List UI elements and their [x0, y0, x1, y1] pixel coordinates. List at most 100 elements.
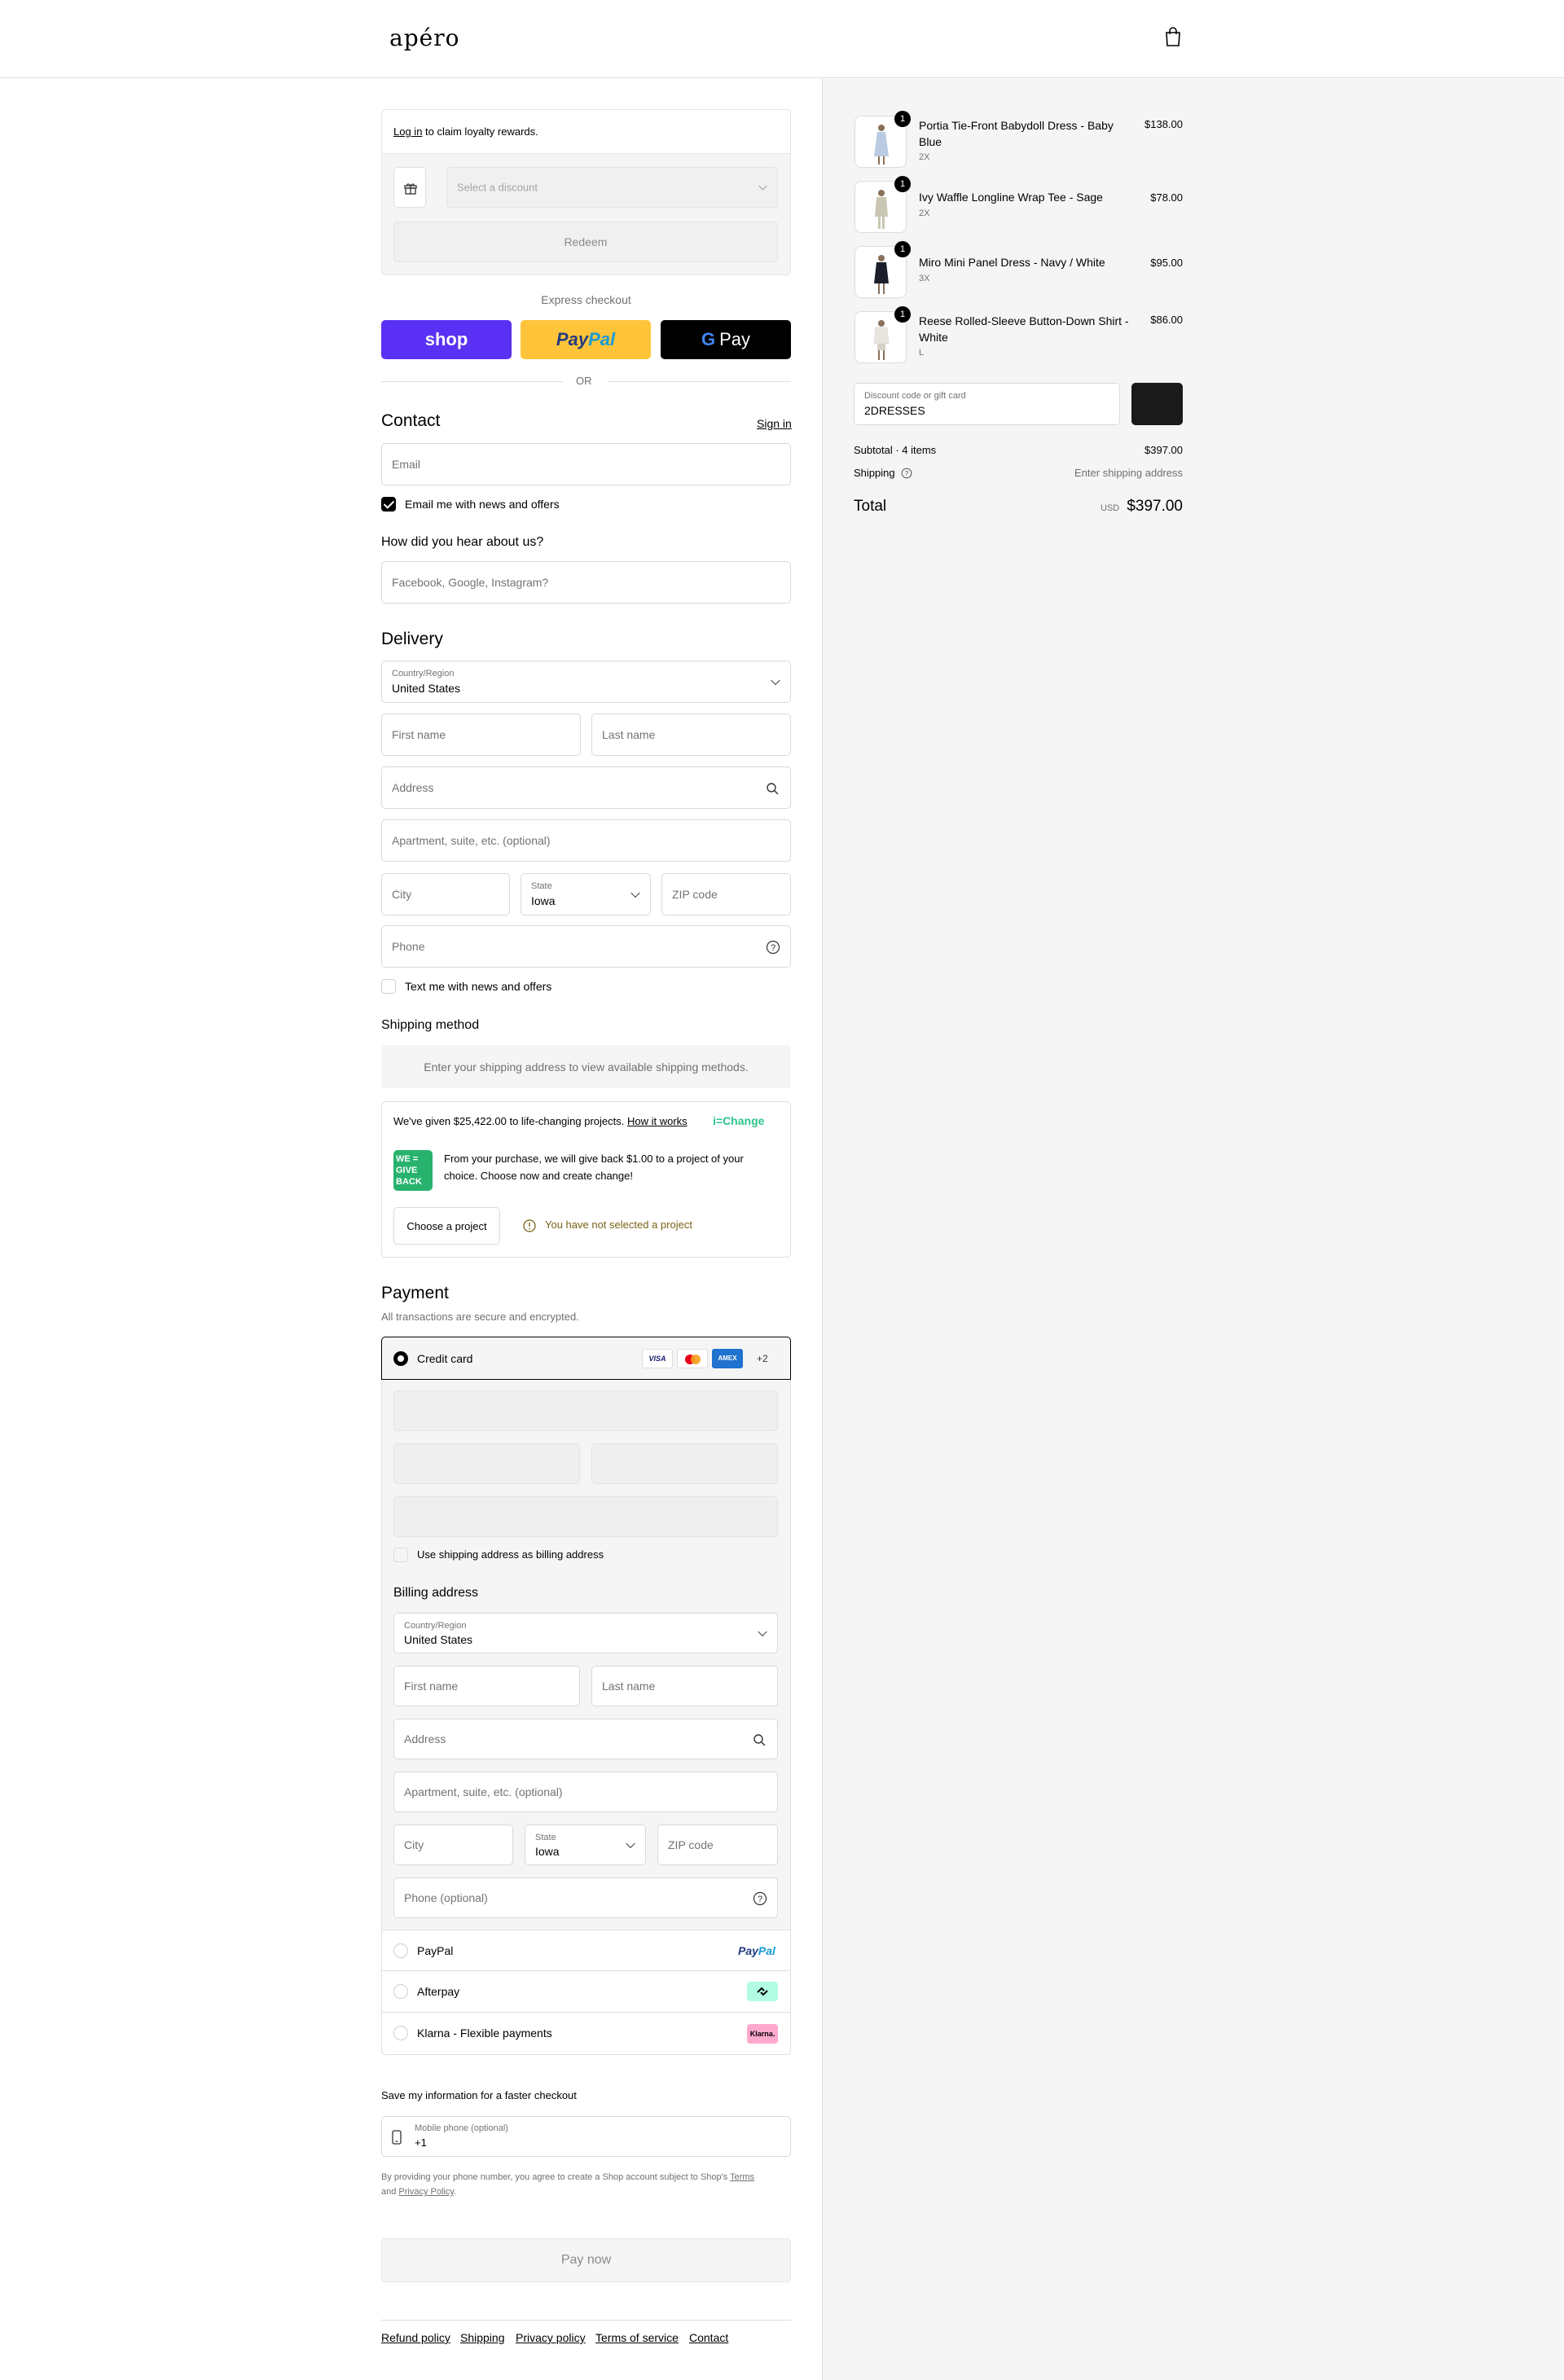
paypal-logo: PayPal	[738, 1944, 775, 1957]
billing-city-field[interactable]: City	[393, 1825, 513, 1865]
billing-phone-field[interactable]: Phone (optional) ?	[393, 1877, 778, 1918]
search-icon	[753, 1734, 766, 1746]
shipping-method-message: Enter your shipping address to view avai…	[381, 1045, 791, 1088]
chevron-down-icon	[758, 1627, 767, 1637]
choose-project-button[interactable]: Choose a project	[393, 1207, 500, 1245]
terms-of-service-link[interactable]: Terms of service	[595, 2331, 679, 2344]
how-it-works-link[interactable]: How it works	[627, 1115, 688, 1127]
email-field[interactable]: Email	[381, 443, 791, 485]
shipping-label: Shipping	[854, 467, 895, 479]
product-price: $95.00	[1150, 257, 1183, 269]
subtotal-value: $397.00	[1144, 444, 1183, 456]
shop-terms-link[interactable]: Terms	[730, 2172, 754, 2182]
login-link[interactable]: Log in	[393, 125, 422, 138]
visa-icon: VISA	[642, 1349, 673, 1368]
divider-left	[381, 381, 563, 382]
chevron-down-icon	[771, 675, 780, 686]
country-select[interactable]: Country/Region United States	[381, 661, 791, 703]
shop-privacy-link[interactable]: Privacy Policy	[398, 2187, 454, 2197]
text-news-checkbox[interactable]	[381, 979, 396, 994]
footer-divider	[381, 2320, 791, 2321]
refund-policy-link[interactable]: Refund policy	[381, 2331, 450, 2344]
email-news-checkbox[interactable]	[381, 497, 396, 512]
city-field[interactable]: City	[381, 873, 510, 916]
klarna-label: Klarna - Flexible payments	[417, 2027, 552, 2040]
quantity-badge: 1	[894, 306, 911, 323]
product-price: $138.00	[1144, 118, 1183, 130]
card-cvv-field[interactable]	[591, 1443, 778, 1484]
state-select[interactable]: State Iowa	[521, 873, 651, 916]
card-name-field[interactable]	[393, 1496, 778, 1537]
help-circle-icon[interactable]: ?	[753, 1891, 767, 1906]
quantity-badge: 1	[894, 241, 911, 257]
credit-card-radio[interactable]	[393, 1351, 408, 1366]
afterpay-logo-icon	[747, 1982, 778, 2001]
chevron-down-icon	[758, 182, 767, 191]
subtotal-label: Subtotal · 4 items	[854, 444, 937, 456]
paypal-label: PayPal	[417, 1944, 454, 1957]
billing-zip-field[interactable]: ZIP code	[657, 1825, 778, 1865]
last-name-field[interactable]: Last name	[591, 714, 791, 756]
apply-discount-button[interactable]	[1131, 383, 1183, 425]
billing-same-checkbox[interactable]	[393, 1548, 408, 1562]
sign-in-link[interactable]: Sign in	[757, 417, 792, 430]
help-circle-icon[interactable]: ?	[901, 468, 912, 479]
paypal-radio[interactable]	[393, 1943, 408, 1958]
privacy-policy-link[interactable]: Privacy policy	[516, 2331, 586, 2344]
google-pay-button[interactable]: G Pay	[661, 320, 791, 359]
address-field[interactable]: Address	[381, 766, 791, 809]
email-news-label: Email me with news and offers	[405, 498, 560, 511]
amex-icon: AMEX	[712, 1349, 743, 1368]
product-name: Ivy Waffle Longline Wrap Tee - Sage	[919, 191, 1103, 204]
discount-select[interactable]: Select a discount	[446, 167, 778, 208]
shipping-method-title: Shipping method	[381, 1018, 480, 1032]
contact-title: Contact	[381, 411, 441, 430]
currency-code: USD	[1101, 503, 1120, 513]
klarna-radio[interactable]	[393, 2026, 408, 2040]
phone-field[interactable]: Phone ?	[381, 925, 791, 968]
apartment-field[interactable]: Apartment, suite, etc. (optional)	[381, 819, 791, 862]
total-value: $397.00	[1127, 498, 1183, 515]
help-circle-icon[interactable]: ?	[766, 940, 780, 955]
discount-code-field[interactable]: Discount code or gift card 2DRESSES	[854, 383, 1120, 425]
pay-now-button[interactable]: Pay now	[381, 2238, 791, 2282]
survey-field[interactable]: Facebook, Google, Instagram?	[381, 561, 791, 604]
card-expiry-field[interactable]	[393, 1443, 580, 1484]
svg-text:?: ?	[758, 1895, 762, 1904]
store-logo[interactable]: apéro	[389, 24, 459, 51]
billing-same-label: Use shipping address as billing address	[417, 1548, 604, 1561]
shipping-value: Enter shipping address	[1074, 467, 1183, 479]
afterpay-radio[interactable]	[393, 1984, 408, 1999]
billing-address-field[interactable]: Address	[393, 1719, 778, 1759]
shop-pay-button[interactable]: shop	[381, 320, 512, 359]
loyalty-text: Log in to claim loyalty rewards.	[393, 125, 538, 138]
billing-address-title: Billing address	[393, 1586, 479, 1600]
afterpay-label: Afterpay	[417, 1985, 460, 1998]
gift-icon	[404, 183, 417, 195]
contact-link[interactable]: Contact	[689, 2331, 728, 2344]
ichange-logo: i=Change	[713, 1114, 765, 1127]
billing-country-select[interactable]: Country/Region United States	[393, 1613, 778, 1653]
billing-last-name-field[interactable]: Last name	[591, 1666, 778, 1706]
redeem-button[interactable]: Redeem	[393, 222, 778, 262]
mobile-phone-field[interactable]: Mobile phone (optional) +1	[381, 2116, 791, 2157]
mobile-phone-icon	[392, 2130, 402, 2145]
survey-question: How did you hear about us?	[381, 535, 544, 549]
billing-apartment-field[interactable]: Apartment, suite, etc. (optional)	[393, 1772, 778, 1812]
search-icon	[767, 783, 779, 795]
billing-state-select[interactable]: State Iowa	[525, 1825, 646, 1865]
product-price: $86.00	[1150, 314, 1183, 326]
first-name-field[interactable]: First name	[381, 714, 581, 756]
zip-field[interactable]: ZIP code	[661, 873, 791, 916]
product-variant: 2X	[919, 209, 930, 218]
dress-shape	[874, 132, 889, 156]
paypal-button[interactable]: Pay Pal	[521, 320, 651, 359]
shopping-bag-icon[interactable]	[1163, 26, 1183, 47]
shipping-policy-link[interactable]: Shipping	[460, 2331, 505, 2344]
product-variant: 3X	[919, 274, 930, 283]
more-card-brands: +2	[757, 1353, 768, 1364]
billing-first-name-field[interactable]: First name	[393, 1666, 580, 1706]
quantity-badge: 1	[894, 111, 911, 127]
card-number-field[interactable]	[393, 1390, 778, 1431]
product-name: Portia Tie-Front Babydoll Dress - Baby Bl…	[919, 119, 1114, 148]
